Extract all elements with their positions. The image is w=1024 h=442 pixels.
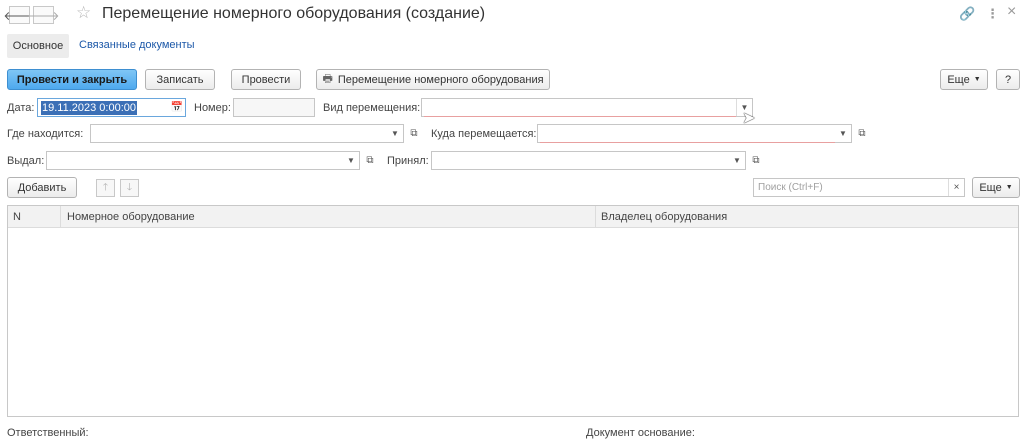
search-input[interactable]: Поиск (Ctrl+F) × [753, 178, 965, 197]
open-icon[interactable]: ⧉ [854, 125, 870, 142]
issued-field[interactable]: ▼ [46, 151, 360, 170]
calendar-icon[interactable]: 📅 [169, 99, 185, 116]
chevron-down-icon: ▼ [1005, 184, 1013, 191]
chevron-down-icon[interactable]: ▼ [387, 125, 403, 142]
date-field[interactable]: 19.11.2023 0:00:00 📅 [37, 98, 186, 117]
chevron-down-icon[interactable]: ▼ [343, 152, 359, 169]
arrow-up-icon: 🡑 [102, 181, 109, 193]
more-actions-button[interactable]: Еще ▼ [940, 69, 988, 90]
save-button[interactable]: Записать [145, 69, 215, 90]
responsible-label: Ответственный: [7, 427, 89, 439]
column-header-owner[interactable]: Владелец оборудования [596, 206, 1018, 228]
required-underline [424, 116, 736, 117]
table-more-label: Еще [979, 181, 1002, 194]
location-label: Где находится: [7, 128, 84, 140]
received-label: Принял: [387, 155, 429, 167]
print-button[interactable]: 🖶 Перемещение номерного оборудования [316, 69, 550, 90]
tab-main-label: Основное [12, 40, 64, 52]
location-field[interactable]: ▼ [90, 124, 404, 143]
open-icon[interactable]: ⧉ [406, 125, 422, 142]
tab-main[interactable]: Основное [7, 34, 69, 58]
arrow-down-icon: 🡓 [126, 181, 133, 193]
equipment-table[interactable]: N Номерное оборудование Владелец оборудо… [7, 205, 1019, 417]
post-button[interactable]: Провести [231, 69, 301, 90]
search-placeholder: Поиск (Ctrl+F) [758, 182, 823, 193]
table-more-button[interactable]: Еще ▼ [972, 177, 1020, 198]
open-icon[interactable]: ⧉ [362, 152, 378, 169]
date-value: 19.11.2023 0:00:00 [41, 101, 137, 115]
move-up-button[interactable]: 🡑 [96, 179, 115, 197]
move-type-label: Вид перемещения: [323, 102, 421, 114]
help-button[interactable]: ? [996, 69, 1020, 90]
close-icon[interactable]: × [1007, 3, 1016, 21]
chevron-down-icon[interactable]: ▼ [835, 125, 851, 142]
column-header-equipment[interactable]: Номерное оборудование [62, 206, 596, 228]
forward-button[interactable]: 🡒 [27, 6, 60, 24]
more-vert-icon[interactable]: ⋮ [986, 6, 999, 22]
link-icon[interactable]: 🔗 [959, 6, 975, 22]
move-type-field[interactable]: ▼ [421, 98, 753, 117]
open-icon[interactable]: ⧉ [748, 152, 764, 169]
printer-icon: 🖶 [322, 73, 333, 85]
chevron-down-icon[interactable]: ▼ [729, 152, 745, 169]
add-row-button[interactable]: Добавить [7, 177, 77, 198]
arrow-right-icon: 🡒 [27, 8, 60, 23]
number-field[interactable] [233, 98, 315, 117]
post-and-close-button[interactable]: Провести и закрыть [7, 69, 137, 90]
chevron-down-icon: ▼ [973, 76, 981, 83]
number-label: Номер: [194, 102, 231, 114]
base-document-label: Документ основание: [586, 427, 695, 439]
print-button-label: Перемещение номерного оборудования [337, 73, 544, 86]
clear-search-icon[interactable]: × [948, 179, 964, 196]
tab-related-documents[interactable]: Связанные документы [79, 39, 195, 51]
date-label: Дата: [7, 102, 35, 114]
favorite-star-icon[interactable]: ☆ [76, 4, 91, 21]
column-header-n[interactable]: N [8, 206, 61, 228]
received-field[interactable]: ▼ [431, 151, 746, 170]
destination-field[interactable]: ▼ [537, 124, 852, 143]
move-down-button[interactable]: 🡓 [120, 179, 139, 197]
page-title: Перемещение номерного оборудования (созд… [102, 5, 486, 22]
more-actions-label: Еще [947, 73, 970, 86]
required-underline [540, 142, 835, 143]
mouse-cursor-icon: ➤ [742, 110, 756, 127]
destination-label: Куда перемещается: [431, 128, 537, 140]
issued-label: Выдал: [7, 155, 45, 167]
table-header: N Номерное оборудование Владелец оборудо… [8, 206, 1018, 228]
